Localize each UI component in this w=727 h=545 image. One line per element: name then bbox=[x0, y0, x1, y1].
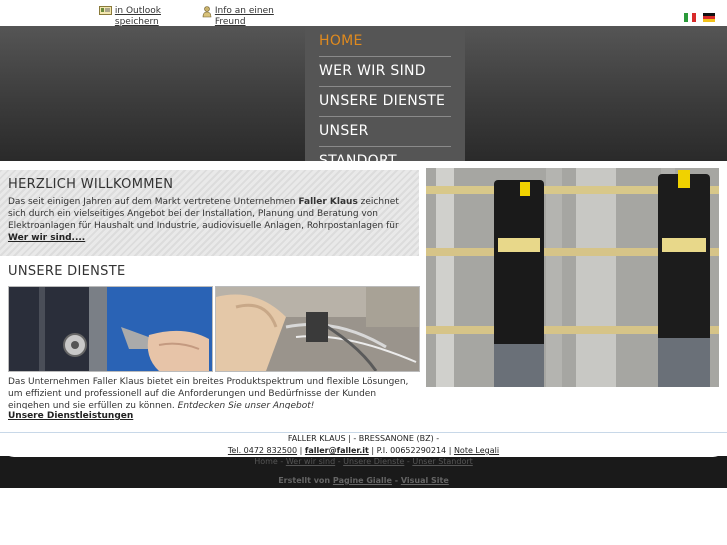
footer-legal-link[interactable]: Note Legali bbox=[454, 446, 499, 455]
pneumatic-tube-photo bbox=[426, 168, 719, 387]
pagine-gialle-link[interactable]: Pagine Gialle bbox=[333, 476, 392, 485]
italian-flag-icon[interactable] bbox=[684, 7, 696, 22]
welcome-text: Das seit einigen Jahren auf dem Markt ve… bbox=[8, 196, 413, 231]
wer-wir-sind-link[interactable]: Wer wir sind.... bbox=[8, 233, 413, 243]
nav-item-unser-standort[interactable]: UNSER STANDORT bbox=[319, 116, 451, 169]
footer-info: FALLER KLAUS | - BRESSANONE (BZ) - Tel. … bbox=[0, 433, 727, 457]
footer-email[interactable]: faller@faller.it bbox=[305, 446, 369, 455]
services-link[interactable]: Unsere Dienstleistungen bbox=[8, 411, 133, 421]
nav-item-home[interactable]: HOME bbox=[319, 26, 451, 57]
footer-contact: Tel. 0472 832500 | faller@faller.it | P.… bbox=[227, 446, 500, 455]
footer-vat: P.I. 00652290214 bbox=[376, 446, 447, 455]
outlook-link[interactable]: in Outlook speichern bbox=[99, 6, 195, 28]
top-bar: in Outlook speichern Info an einen Freun… bbox=[0, 0, 727, 28]
footer-nav: Home - Wer wir sind - Unsere Dienste - U… bbox=[254, 457, 473, 466]
footer-link-home[interactable]: Home bbox=[254, 457, 278, 466]
footer-credit: Erstellt von Pagine Gialle - Visual Site bbox=[278, 476, 449, 485]
person-icon bbox=[202, 6, 212, 22]
company-name-bold: Faller Klaus bbox=[298, 197, 358, 207]
nav-item-unsere-dienste[interactable]: UNSERE DIENSTE bbox=[319, 86, 451, 117]
services-text-italic: Entdecken Sie unser Angebot! bbox=[177, 401, 315, 409]
footer-phone[interactable]: Tel. 0472 832500 bbox=[228, 446, 297, 455]
services-title: UNSERE DIENSTE bbox=[8, 264, 126, 279]
footer-company: FALLER KLAUS | - BRESSANONE (BZ) - bbox=[287, 434, 440, 443]
welcome-title: HERZLICH WILLKOMMEN bbox=[8, 177, 174, 192]
welcome-text-part: Das seit einigen Jahren auf dem Markt ve… bbox=[8, 197, 299, 207]
service-photo-wiring[interactable] bbox=[215, 286, 420, 372]
vcard-icon bbox=[99, 6, 112, 19]
service-photo-drill[interactable] bbox=[8, 286, 213, 372]
footer-bar: Home - Wer wir sind - Unsere Dienste - U… bbox=[0, 456, 727, 488]
outlook-link-label[interactable]: in Outlook speichern bbox=[115, 6, 195, 28]
main-nav: HOME WER WIR SIND UNSERE DIENSTE UNSER S… bbox=[305, 26, 465, 169]
footer-link-wer-wir-sind[interactable]: Wer wir sind bbox=[286, 457, 335, 466]
tell-friend-label[interactable]: Info an einen Freund bbox=[215, 6, 295, 28]
nav-item-wer-wir-sind[interactable]: WER WIR SIND bbox=[319, 56, 451, 87]
visual-site-link[interactable]: Visual Site bbox=[401, 476, 449, 485]
welcome-box: HERZLICH WILLKOMMEN Das seit einigen Jah… bbox=[0, 170, 419, 256]
footer-link-unser-standort[interactable]: Unser Standort bbox=[412, 457, 472, 466]
german-flag-icon[interactable] bbox=[703, 7, 715, 22]
tell-friend-link[interactable]: Info an einen Freund bbox=[202, 6, 295, 28]
credit-prefix: Erstellt von bbox=[278, 476, 331, 485]
services-text: Das Unternehmen Faller Klaus bietet ein … bbox=[8, 376, 418, 409]
footer-link-unsere-dienste[interactable]: Unsere Dienste bbox=[343, 457, 404, 466]
